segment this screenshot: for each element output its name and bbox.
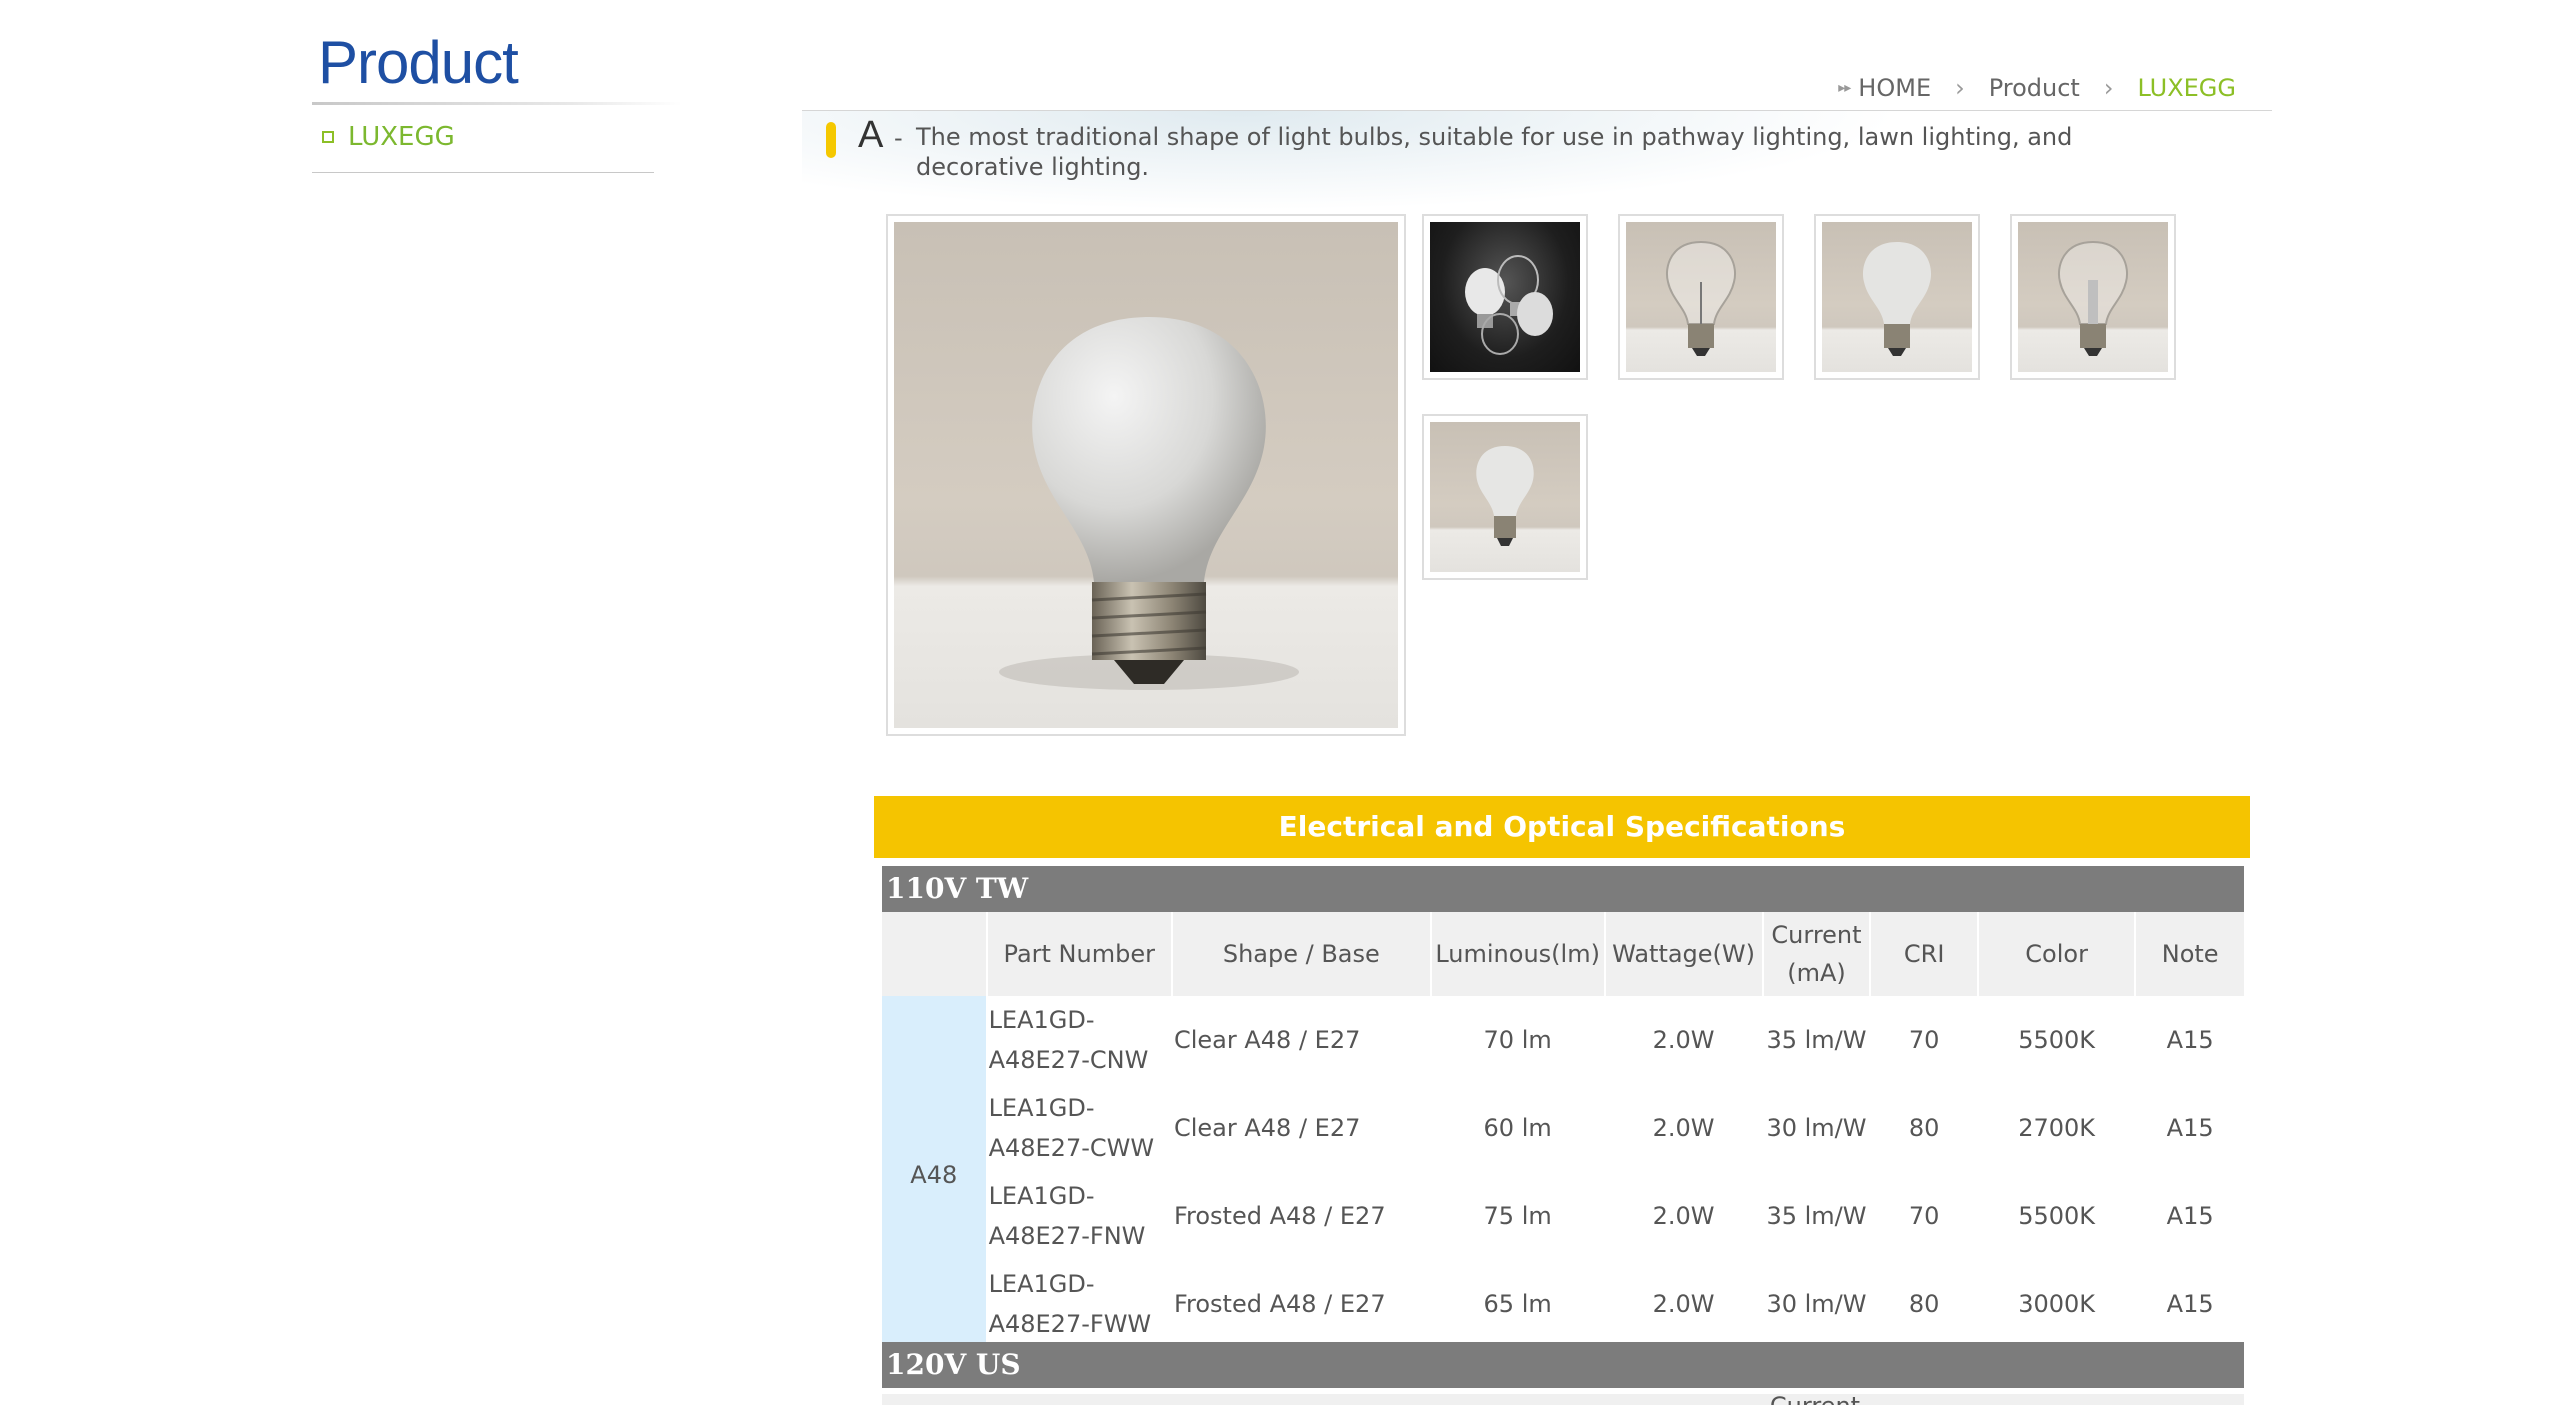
group-header-110v: 110V TW [882,866,2244,912]
shape-base-cell: Clear A48 / E27 [1172,996,1430,1084]
note-cell: A15 [2136,1172,2244,1260]
sidebar-title-divider [312,102,682,105]
wattage-cell: 2.0W [1605,1260,1762,1353]
bulb-group-dark-photo [1430,222,1580,372]
column-header-color: Color [1978,912,2135,996]
column-header-wattage: Wattage(W) [1605,912,1762,996]
luminous-cell: 75 lm [1431,1172,1604,1260]
thumbnail-5[interactable] [1422,414,1588,580]
square-bullet-icon [322,131,334,143]
thumbnail-1[interactable] [1422,214,1588,380]
shape-base-cell: Frosted A48 / E27 [1172,1172,1430,1260]
part-number-cell: LEA1GD-A48E27-FNW [987,1172,1171,1260]
frosted-bulb-small-photo [1430,422,1580,572]
table-row: LEA1GD-A48E27-FWW Frosted A48 / E27 65 l… [882,1260,2244,1353]
sidebar-divider [312,172,654,173]
column-header-cri: CRI [1871,912,1977,996]
clear-bulb-filament-photo [2018,222,2168,372]
part-number-cell: LEA1GD-A48E27-CNW [987,996,1171,1084]
cri-cell: 80 [1871,1084,1977,1172]
luminous-cell: 60 lm [1431,1084,1604,1172]
note-cell: A15 [2136,1260,2244,1353]
column-header-part-number: Part Number [987,912,1171,996]
cri-cell: 70 [1871,1172,1977,1260]
column-header-current: Current (mA) [1763,912,1870,996]
cri-cell: 80 [1871,1260,1977,1353]
shape-base-cell: Clear A48 / E27 [1172,1084,1430,1172]
part-number-cell: LEA1GD-A48E27-FWW [987,1260,1171,1353]
column-header-current: Current [1762,1394,1868,1405]
chevron-right-icon: › [1955,74,1965,102]
breadcrumb-home[interactable]: HOME [1858,74,1931,102]
column-header [882,912,986,996]
breadcrumb-product[interactable]: Product [1989,74,2080,102]
breadcrumb: ▸▸ HOME › Product › LUXEGG [1838,74,2236,102]
table-row: A48 LEA1GD-A48E27-CNW Clear A48 / E27 70… [882,996,2244,1353]
thumbnail-2[interactable] [1618,214,1784,380]
sidebar-title: Product [318,29,519,96]
column-header-note: Note [2136,912,2244,996]
breadcrumb-current: LUXEGG [2137,74,2236,102]
color-cell: 2700K [1978,1084,2135,1172]
group-header-120v: 120V US [882,1342,2244,1388]
sidebar-item-luxegg[interactable]: LUXEGG [322,122,455,152]
note-cell: A15 [2136,1084,2244,1172]
current-cell: 30 lm/W [1763,1260,1870,1353]
current-cell: 35 lm/W [1763,1172,1870,1260]
shape-group-cell: A48 [882,996,986,1353]
yellow-marker-icon [826,122,836,158]
color-cell: 5500K [1978,1172,2135,1260]
luminous-cell: 65 lm [1431,1260,1604,1353]
clear-bulb-photo [1626,222,1776,372]
chevron-right-icon: › [2103,74,2114,102]
breadcrumb-dots-icon: ▸▸ [1838,80,1851,96]
thumbnail-4[interactable] [2010,214,2176,380]
table-row: LEA1GD-A48E27-CWW Clear A48 / E27 60 lm … [882,1084,2244,1172]
frosted-bulb-photo [894,222,1398,728]
spec-table-110v: Part Number Shape / Base Luminous(lm) Wa… [880,912,2246,1353]
color-cell: 3000K [1978,1260,2135,1353]
current-cell: 35 lm/W [1763,996,1870,1084]
description-dash: - [894,124,903,152]
shape-base-cell: Frosted A48 / E27 [1172,1260,1430,1353]
column-header-shape-base: Shape / Base [1172,912,1430,996]
luminous-cell: 70 lm [1431,996,1604,1084]
product-shape-letter: A [858,114,884,156]
part-number-cell: LEA1GD-A48E27-CWW [987,1084,1171,1172]
table-header-partial: Current [882,1394,2244,1405]
wattage-cell: 2.0W [1605,1172,1762,1260]
main-product-image [886,214,1406,736]
color-cell: 5500K [1978,996,2135,1084]
table-row: LEA1GD-A48E27-FNW Frosted A48 / E27 75 l… [882,1172,2244,1260]
cri-cell: 70 [1871,996,1977,1084]
thumbnail-3[interactable] [1814,214,1980,380]
wattage-cell: 2.0W [1605,996,1762,1084]
column-header-luminous: Luminous(lm) [1431,912,1604,996]
note-cell: A15 [2136,996,2244,1084]
frosted-bulb-photo [1822,222,1972,372]
wattage-cell: 2.0W [1605,1084,1762,1172]
current-cell: 30 lm/W [1763,1084,1870,1172]
specifications-banner: Electrical and Optical Specifications [874,796,2250,858]
sidebar-item-label: LUXEGG [348,122,455,152]
product-description: The most traditional shape of light bulb… [916,123,2073,181]
